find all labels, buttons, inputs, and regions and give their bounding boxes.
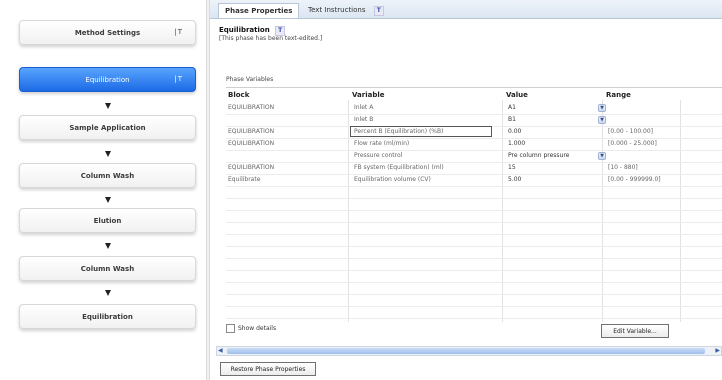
variable-cell: Inlet B: [354, 116, 374, 123]
arrow-down-icon: [105, 103, 111, 109]
value-cell[interactable]: 15: [508, 164, 516, 171]
step-column-wash[interactable]: Column Wash: [19, 163, 196, 188]
column-header-value: Value: [506, 91, 528, 99]
scroll-left-icon[interactable]: ◀: [218, 347, 223, 354]
method-outline-pane: Method Settings |T Equilibration |T Samp…: [0, 0, 206, 380]
scrollbar-thumb[interactable]: [227, 348, 705, 354]
edit-variable-button[interactable]: Edit Variable...: [601, 324, 669, 338]
step-equilibration-2[interactable]: Equilibration: [19, 304, 196, 329]
variable-cell: Equilibration volume (CV): [354, 176, 431, 183]
step-label: Elution: [93, 217, 122, 225]
variable-cell: Percent B (Equilibration) (%B): [354, 128, 444, 135]
value-cell[interactable]: A1: [508, 104, 516, 111]
variable-cell: Flow rate (ml/min): [354, 140, 410, 147]
horizontal-scrollbar[interactable]: ◀ ▶: [216, 346, 722, 356]
chevron-down-icon[interactable]: ▼: [598, 152, 606, 160]
value-cell[interactable]: B1: [508, 116, 516, 123]
block-cell: EQUILIBRATION: [228, 140, 275, 147]
step-label: Equilibration: [82, 313, 133, 321]
arrow-down-icon: [105, 151, 111, 157]
value-cell[interactable]: 5.00: [508, 176, 521, 183]
checkbox-label: Show details: [238, 325, 277, 332]
phase-edited-note: [This phase has been text-edited.]: [219, 35, 323, 42]
phase-variables-label: Phase Variables: [226, 76, 274, 83]
range-cell: [10 - 880]: [608, 164, 638, 171]
chevron-down-icon[interactable]: ▼: [598, 104, 606, 112]
step-method-settings[interactable]: Method Settings |T: [19, 20, 196, 45]
arrow-down-icon: [105, 243, 111, 249]
tab-label: Text Instructions: [308, 6, 366, 14]
text-instruction-icon: |T: [174, 75, 183, 83]
tab-label: Phase Properties: [225, 7, 293, 15]
step-equilibration-active[interactable]: Equilibration |T: [19, 67, 196, 92]
step-sample-application[interactable]: Sample Application: [19, 115, 196, 140]
value-cell[interactable]: 1.000: [508, 140, 525, 147]
step-label: Method Settings: [74, 29, 141, 37]
column-header-variable: Variable: [352, 91, 385, 99]
step-elution[interactable]: Elution: [19, 208, 196, 233]
range-cell: [0.00 - 100.00]: [608, 128, 654, 135]
step-column-wash-2[interactable]: Column Wash: [19, 256, 196, 281]
phase-properties-panel: Phase Properties Text Instructions T Equ…: [210, 0, 722, 380]
variable-cell: Inlet A: [354, 104, 374, 111]
arrow-down-icon: [105, 197, 111, 203]
block-cell: EQUILIBRATION: [228, 164, 275, 171]
checkbox-box[interactable]: [226, 324, 235, 333]
restore-phase-properties-button[interactable]: Restore Phase Properties: [220, 362, 316, 376]
column-header-range: Range: [606, 91, 631, 99]
tab-phase-properties[interactable]: Phase Properties: [218, 3, 300, 18]
arrow-down-icon: [105, 290, 111, 296]
text-instruction-icon: |T: [174, 28, 183, 36]
range-cell: [0.00 - 999999.0]: [608, 176, 661, 183]
value-cell[interactable]: Pre column pressure: [508, 152, 569, 159]
block-cell: EQUILIBRATION: [228, 128, 275, 135]
chevron-down-icon[interactable]: ▼: [598, 116, 606, 124]
step-label: Column Wash: [80, 265, 135, 273]
variable-cell: FB system (Equilibration) (ml): [354, 164, 444, 171]
tab-text-instructions[interactable]: Text Instructions T: [302, 3, 390, 18]
variable-cell: Pressure control: [354, 152, 403, 159]
tab-bar: Phase Properties Text Instructions T: [210, 0, 722, 19]
scroll-right-icon[interactable]: ▶: [715, 347, 720, 354]
text-instruction-icon: T: [373, 6, 384, 16]
block-cell: Equilibrate: [228, 176, 261, 183]
step-label: Column Wash: [80, 172, 135, 180]
block-cell: EQUILIBRATION: [228, 104, 275, 111]
column-header-block: Block: [228, 91, 250, 99]
step-label: Equilibration: [85, 76, 130, 84]
table-row-empty: [226, 306, 722, 319]
phase-variables-table: Block Variable Value Range EQUILIBRATION…: [226, 87, 722, 322]
show-details-checkbox[interactable]: Show details: [226, 324, 276, 333]
step-label: Sample Application: [69, 124, 146, 132]
range-cell: [0.000 - 25.000]: [608, 140, 657, 147]
value-cell[interactable]: 0.00: [508, 128, 521, 135]
